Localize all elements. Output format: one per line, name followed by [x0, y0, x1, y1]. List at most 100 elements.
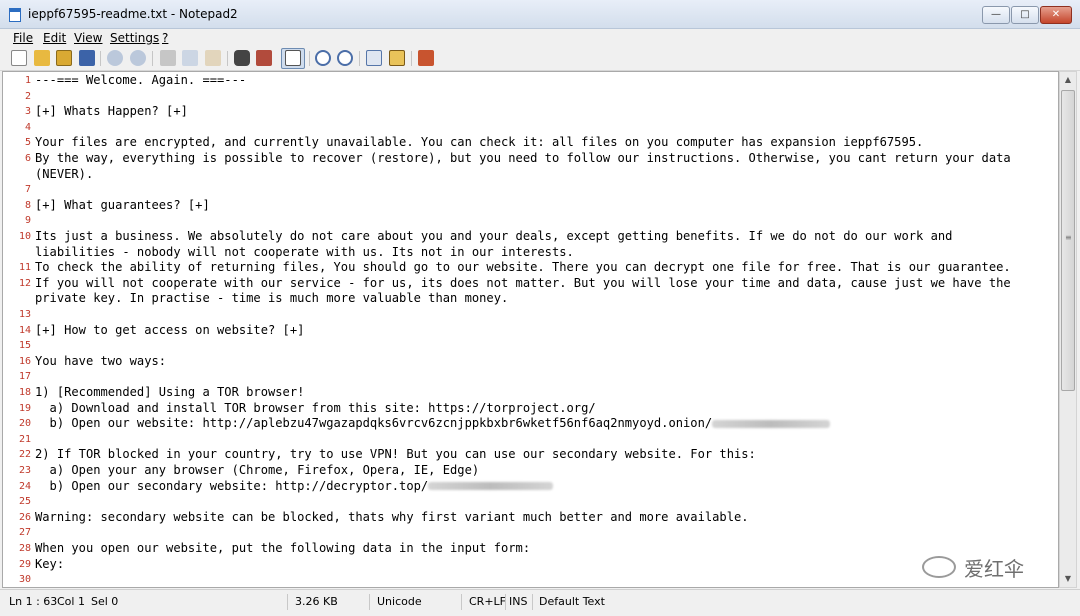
- redo-icon[interactable]: [130, 50, 146, 66]
- editor-line[interactable]: By the way, everything is possible to re…: [35, 151, 1035, 167]
- line-number: 16: [18, 355, 31, 367]
- editor-line[interactable]: 1) [Recommended] Using a TOR browser!: [35, 385, 1035, 401]
- menu-edit[interactable]: Edit: [43, 31, 66, 45]
- zoom-in-icon[interactable]: [315, 50, 331, 66]
- editor-line[interactable]: Your files are encrypted, and currently …: [35, 135, 1035, 151]
- editor-line-text: a) Download and install TOR browser from…: [35, 400, 596, 415]
- line-number: 23: [18, 465, 31, 476]
- text-editor[interactable]: 1 ---=== Welcome. Again. ===--- 2 3 [+] What…: [2, 71, 1059, 588]
- editor-line-text: b) Open our website: http://aplebzu47wga…: [35, 416, 713, 431]
- line-number: 5: [24, 137, 31, 149]
- line-number: 8: [24, 199, 31, 211]
- editor-line[interactable]: [+] Whats Happen? [+]: [35, 104, 1035, 120]
- status-insert-mode[interactable]: INS: [509, 595, 527, 608]
- editor-line[interactable]: a) Open your any browser (Chrome, Firefo…: [35, 463, 1035, 479]
- editor-line-text: Key:: [35, 556, 65, 571]
- toolbar-separator: [411, 51, 412, 66]
- notepad-app-icon[interactable]: [9, 8, 21, 22]
- exit-icon[interactable]: [418, 50, 434, 66]
- status-scheme[interactable]: Default Text: [539, 595, 605, 608]
- status-line-position: Ln 1 : 63: [9, 595, 58, 608]
- vertical-scrollbar[interactable]: ▲ ≡ ▼: [1059, 71, 1077, 588]
- status-separator: [287, 594, 288, 610]
- menu-file-label: File: [13, 31, 34, 45]
- editor-line[interactable]: 2) If TOR blocked in your country, try t…: [35, 447, 1035, 463]
- editor-line[interactable]: a) Download and install TOR browser from…: [35, 401, 1035, 417]
- close-button[interactable]: ✕: [1040, 6, 1072, 24]
- editor-line-text: [+] Whats Happen? [+]: [35, 104, 188, 119]
- status-separator: [505, 594, 506, 610]
- line-number: 30: [18, 574, 31, 586]
- line-number: 14: [18, 324, 31, 336]
- editor-line-text: By the way, everything is possible to re…: [35, 151, 1011, 165]
- scroll-up-arrow-icon[interactable]: ▲: [1060, 72, 1076, 88]
- line-number: 4: [24, 121, 31, 133]
- line-number: 15: [18, 340, 31, 352]
- status-line-endings[interactable]: CR+LF: [469, 595, 506, 608]
- undo-icon[interactable]: [107, 50, 123, 66]
- customize-schemes-icon[interactable]: [389, 50, 405, 66]
- editor-line[interactable]: Its just a business. We absolutely do no…: [35, 229, 1035, 245]
- toolbar-separator: [227, 51, 228, 66]
- scrollbar-thumb[interactable]: ≡: [1061, 90, 1075, 391]
- scroll-down-arrow-icon[interactable]: ▼: [1060, 571, 1076, 587]
- paste-icon[interactable]: [205, 50, 221, 66]
- editor-line[interactable]: b) Open our secondary website: http://de…: [35, 479, 1035, 495]
- editor-line[interactable]: [+] How to get access on website? [+]: [35, 323, 1035, 339]
- editor-line[interactable]: To check the ability of returning files,…: [35, 260, 1035, 276]
- status-bar: Ln 1 : 63 Col 1 Sel 0 3.26 KB Unicode CR…: [0, 589, 1080, 616]
- line-number: 28: [18, 543, 31, 554]
- editor-line[interactable]: ---=== Welcome. Again. ===---: [35, 73, 1035, 89]
- editor-line[interactable]: private key. In practise - time is much …: [35, 291, 1035, 307]
- editor-line[interactable]: liabilities - nobody will not cooperate …: [35, 245, 1035, 261]
- menu-file[interactable]: File: [13, 31, 33, 45]
- zoom-out-icon[interactable]: [337, 50, 353, 66]
- line-number: 20: [18, 418, 31, 430]
- window-title: ieppf67595-readme.txt - Notepad2: [28, 7, 238, 21]
- menu-settings-label: Settings: [110, 31, 160, 45]
- line-number: 1: [24, 75, 31, 86]
- open-icon[interactable]: [34, 50, 50, 66]
- line-number: 17: [18, 371, 31, 383]
- editor-line[interactable]: [+] What guarantees? [+]: [35, 198, 1035, 214]
- line-number: 27: [18, 527, 31, 539]
- menu-help[interactable]: ?: [162, 31, 168, 45]
- editor-line-text: liabilities - nobody will not cooperate …: [35, 244, 574, 259]
- editor-line[interactable]: (NEVER).: [35, 167, 1035, 183]
- editor-line[interactable]: You have two ways:: [35, 354, 1035, 370]
- editor-line[interactable]: Key:: [35, 557, 1035, 573]
- toolbar-separator: [309, 51, 310, 66]
- blurred-redaction: [428, 482, 554, 491]
- editor-line[interactable]: Warning: secondary website can be blocke…: [35, 510, 1035, 526]
- line-number: 19: [18, 402, 31, 414]
- view-scheme-icon[interactable]: [366, 50, 382, 66]
- editor-line-text: ---=== Welcome. Again. ===---: [35, 73, 247, 87]
- word-wrap-icon[interactable]: [285, 50, 301, 66]
- save-icon[interactable]: [79, 50, 95, 66]
- browse-icon[interactable]: [56, 50, 72, 66]
- replace-icon[interactable]: [256, 50, 272, 66]
- editor-line[interactable]: If you will not cooperate with our servi…: [35, 276, 1035, 292]
- editor-line-text: a) Open your any browser (Chrome, Firefo…: [35, 463, 480, 477]
- editor-line[interactable]: b) Open our website: http://aplebzu47wga…: [35, 416, 1035, 432]
- status-encoding[interactable]: Unicode: [377, 595, 422, 608]
- new-icon[interactable]: [11, 50, 27, 66]
- maximize-button[interactable]: □: [1011, 6, 1039, 24]
- status-separator: [369, 594, 370, 610]
- line-number: 2: [24, 90, 31, 102]
- find-icon[interactable]: [234, 50, 250, 66]
- menu-settings[interactable]: Settings: [110, 31, 159, 45]
- title-bar[interactable]: ieppf67595-readme.txt - Notepad2 — □ ✕: [0, 0, 1080, 29]
- blurred-redaction: [712, 419, 831, 428]
- status-file-size: 3.26 KB: [295, 595, 338, 608]
- line-number: 6: [24, 153, 31, 164]
- copy-icon[interactable]: [182, 50, 198, 66]
- line-number: 3: [24, 106, 31, 118]
- minimize-button[interactable]: —: [982, 6, 1010, 24]
- editor-line-text: private key. In practise - time is much …: [35, 291, 509, 306]
- editor-line[interactable]: When you open our website, put the follo…: [35, 541, 1035, 557]
- editor-line-text: 1) [Recommended] Using a TOR browser!: [35, 385, 305, 399]
- menu-view[interactable]: View: [74, 31, 102, 45]
- cut-icon[interactable]: [160, 50, 176, 66]
- editor-line-text: b) Open our secondary website: http://de…: [35, 478, 429, 493]
